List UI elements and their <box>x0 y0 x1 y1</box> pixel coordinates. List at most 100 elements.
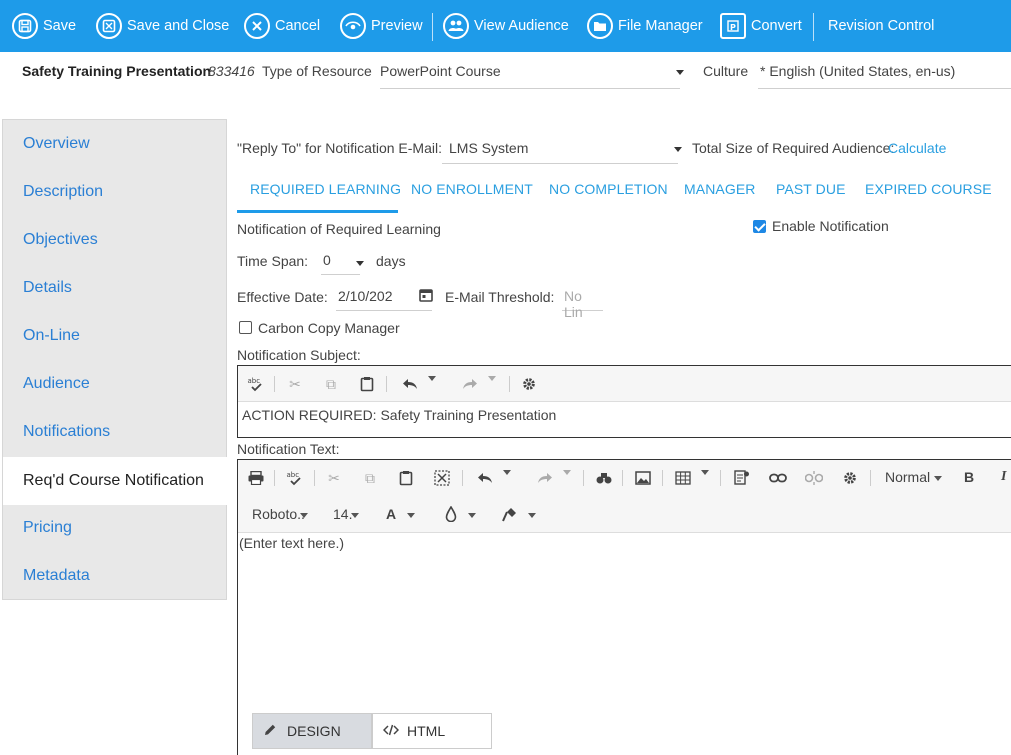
view-audience-label: View Audience <box>474 18 569 34</box>
chevron-down-icon[interactable] <box>428 376 436 381</box>
sidebar-item-on-line[interactable]: On-Line <box>3 312 227 360</box>
email-threshold-field[interactable]: No Lin <box>562 283 603 320</box>
tab-no-enrollment[interactable]: NO ENROLLMENT <box>411 181 533 197</box>
preview-label: Preview <box>371 18 423 34</box>
spellcheck-icon[interactable]: abc <box>246 374 266 394</box>
time-span-label: Time Span: <box>237 253 309 269</box>
template-icon[interactable] <box>732 468 752 488</box>
sidebar-item-label: Notifications <box>23 423 111 440</box>
powerpoint-icon: P <box>720 13 746 39</box>
format-painter-icon[interactable] <box>500 504 520 524</box>
calendar-icon[interactable] <box>419 288 433 305</box>
bold-button[interactable]: B <box>964 469 974 485</box>
save-and-close-label: Save and Close <box>127 18 230 34</box>
paste-icon[interactable] <box>396 468 416 488</box>
cc-manager-checkbox[interactable] <box>239 321 252 334</box>
save-and-close-button[interactable]: Save and Close <box>96 0 229 52</box>
spellcheck-icon[interactable]: abc <box>285 468 305 488</box>
image-icon[interactable] <box>633 468 653 488</box>
link-icon[interactable] <box>768 468 788 488</box>
tab-manager[interactable]: MANAGER <box>684 181 756 197</box>
sidebar-item-label: Description <box>23 183 104 200</box>
font-color-button[interactable]: A <box>386 506 396 522</box>
paste-icon[interactable] <box>357 374 377 394</box>
toolbar-separator <box>314 470 315 486</box>
html-tab-label: HTML <box>407 723 446 739</box>
calculate-link[interactable]: Calculate <box>888 140 946 156</box>
sidebar-item-reqd-course-notification[interactable]: Req'd Course Notification <box>3 457 227 505</box>
italic-button[interactable]: I <box>1001 469 1006 485</box>
notification-panel: "Reply To" for Notification E-Mail: LMS … <box>237 119 1011 755</box>
tab-expired-course[interactable]: EXPIRED COURSE <box>865 181 992 197</box>
tab-no-completion[interactable]: NO COMPLETION <box>549 181 668 197</box>
revision-control-button[interactable]: Revision Control <box>828 0 934 52</box>
subject-text[interactable]: ACTION REQUIRED: Safety Training Present… <box>242 407 556 423</box>
chevron-down-icon[interactable] <box>563 470 571 475</box>
html-tab[interactable]: HTML <box>372 713 492 749</box>
editor-mode-tabs: DESIGN HTML <box>252 713 492 749</box>
reply-to-value: LMS System <box>449 140 529 156</box>
chevron-down-icon[interactable] <box>468 513 476 518</box>
undo-icon[interactable] <box>400 374 420 394</box>
sidebar-item-pricing[interactable]: Pricing <box>3 504 227 552</box>
tab-required-learning[interactable]: REQUIRED LEARNING <box>250 181 401 197</box>
sidebar-item-details[interactable]: Details <box>3 264 227 312</box>
sidebar-item-label: Overview <box>23 135 90 152</box>
redo-icon[interactable] <box>460 374 480 394</box>
preview-button[interactable]: Preview <box>340 0 423 52</box>
toolbar-separator <box>386 376 387 392</box>
subject-editor: abc ✂ ⧉ ACTION REQUIRED: Safety Training… <box>237 365 1011 438</box>
reply-to-select[interactable]: LMS System <box>442 132 682 164</box>
sidebar-item-audience[interactable]: Audience <box>3 360 227 408</box>
chevron-down-icon[interactable] <box>701 470 709 475</box>
sidebar-item-metadata[interactable]: Metadata <box>3 552 227 600</box>
file-manager-button[interactable]: File Manager <box>587 0 703 52</box>
chevron-down-icon[interactable] <box>300 513 308 518</box>
type-of-resource-select[interactable]: PowerPoint Course <box>380 52 684 89</box>
toolbar-divider <box>813 13 814 41</box>
chevron-down-icon[interactable] <box>934 476 942 481</box>
undo-icon[interactable] <box>475 468 495 488</box>
time-span-select[interactable]: 0 <box>321 247 364 275</box>
sidebar-item-objectives[interactable]: Objectives <box>3 216 227 264</box>
copy-icon[interactable]: ⧉ <box>360 468 380 488</box>
gear-icon[interactable] <box>840 468 860 488</box>
table-icon[interactable] <box>673 468 693 488</box>
chevron-down-icon[interactable] <box>528 513 536 518</box>
design-tab[interactable]: DESIGN <box>252 713 372 749</box>
enable-notification-checkbox[interactable] <box>753 220 766 233</box>
font-family-select[interactable]: Roboto.. <box>252 506 305 522</box>
save-button[interactable]: Save <box>12 0 76 52</box>
redo-icon[interactable] <box>535 468 555 488</box>
view-audience-button[interactable]: View Audience <box>443 0 569 52</box>
tab-past-due[interactable]: PAST DUE <box>776 181 846 197</box>
chevron-down-icon[interactable] <box>503 470 511 475</box>
select-all-icon[interactable] <box>432 468 452 488</box>
cancel-button[interactable]: Cancel <box>244 0 320 52</box>
culture-select[interactable]: * English (United States, en-us) <box>758 52 1011 89</box>
gear-icon[interactable] <box>519 374 539 394</box>
chevron-down-icon[interactable] <box>488 376 496 381</box>
paragraph-format-select[interactable]: Normal <box>885 469 930 485</box>
chevron-down-icon[interactable] <box>351 513 359 518</box>
copy-icon[interactable]: ⧉ <box>321 374 341 394</box>
chevron-down-icon[interactable] <box>407 513 415 518</box>
background-color-icon[interactable] <box>441 504 461 524</box>
cut-icon[interactable]: ✂ <box>285 374 305 394</box>
cut-icon[interactable]: ✂ <box>324 468 344 488</box>
sidebar-item-overview[interactable]: Overview <box>3 120 227 168</box>
convert-button[interactable]: P Convert <box>720 0 802 52</box>
font-size-select[interactable]: 14. <box>333 506 352 522</box>
sidebar-item-description[interactable]: Description <box>3 168 227 216</box>
svg-text:P: P <box>730 23 736 32</box>
toolbar-separator <box>870 470 871 486</box>
section-title: Notification of Required Learning <box>237 221 441 237</box>
print-icon[interactable] <box>246 468 266 488</box>
find-replace-icon[interactable] <box>594 468 614 488</box>
sidebar-item-label: Pricing <box>23 519 72 536</box>
toolbar-separator <box>622 470 623 486</box>
effective-date-field[interactable]: 2/10/202 <box>336 283 432 311</box>
unlink-icon[interactable] <box>804 468 824 488</box>
sidebar-item-notifications[interactable]: Notifications <box>3 408 227 456</box>
notification-text-body[interactable]: (Enter text here.) <box>239 535 344 551</box>
